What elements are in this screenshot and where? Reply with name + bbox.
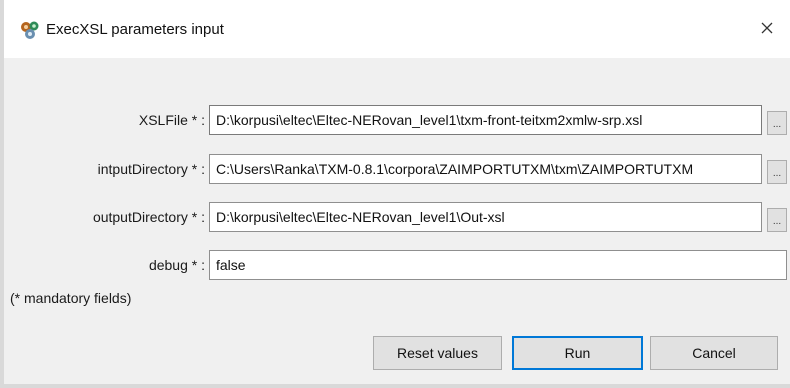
dialog-window: ExecXSL parameters input XSLFile * : ...…	[0, 0, 790, 388]
xslfile-label: XSLFile * :	[138, 112, 205, 128]
xslfile-browse-button[interactable]: ...	[767, 111, 787, 135]
inputdirectory-browse-button[interactable]: ...	[767, 160, 787, 184]
outputdirectory-input[interactable]	[209, 202, 762, 232]
title-bar[interactable]: ExecXSL parameters input	[4, 0, 790, 58]
outputdirectory-browse-button[interactable]: ...	[767, 208, 787, 232]
cancel-button[interactable]: Cancel	[650, 336, 778, 370]
debug-input[interactable]	[209, 250, 787, 280]
mandatory-note: (* mandatory fields)	[10, 290, 132, 306]
reset-values-button[interactable]: Reset values	[373, 336, 502, 370]
xslfile-input[interactable]	[209, 105, 762, 135]
gear-cluster-icon	[20, 20, 40, 40]
outputdirectory-label: outputDirectory * :	[92, 209, 205, 225]
inputdirectory-input[interactable]	[209, 154, 762, 184]
close-button[interactable]	[750, 10, 784, 50]
outputdirectory-row: outputDirectory * : ...	[4, 202, 790, 232]
debug-label: debug * :	[148, 257, 205, 273]
dialog-content: XSLFile * : ... intputDirectory * : ... …	[4, 58, 790, 384]
run-button[interactable]: Run	[512, 336, 643, 370]
backdrop-edge-bottom	[0, 384, 790, 388]
window-title: ExecXSL parameters input	[46, 21, 224, 38]
xslfile-row: XSLFile * : ...	[4, 105, 790, 135]
inputdirectory-row: intputDirectory * : ...	[4, 154, 790, 184]
close-icon	[761, 21, 773, 39]
inputdirectory-label: intputDirectory * :	[97, 161, 205, 177]
debug-row: debug * :	[4, 250, 790, 280]
